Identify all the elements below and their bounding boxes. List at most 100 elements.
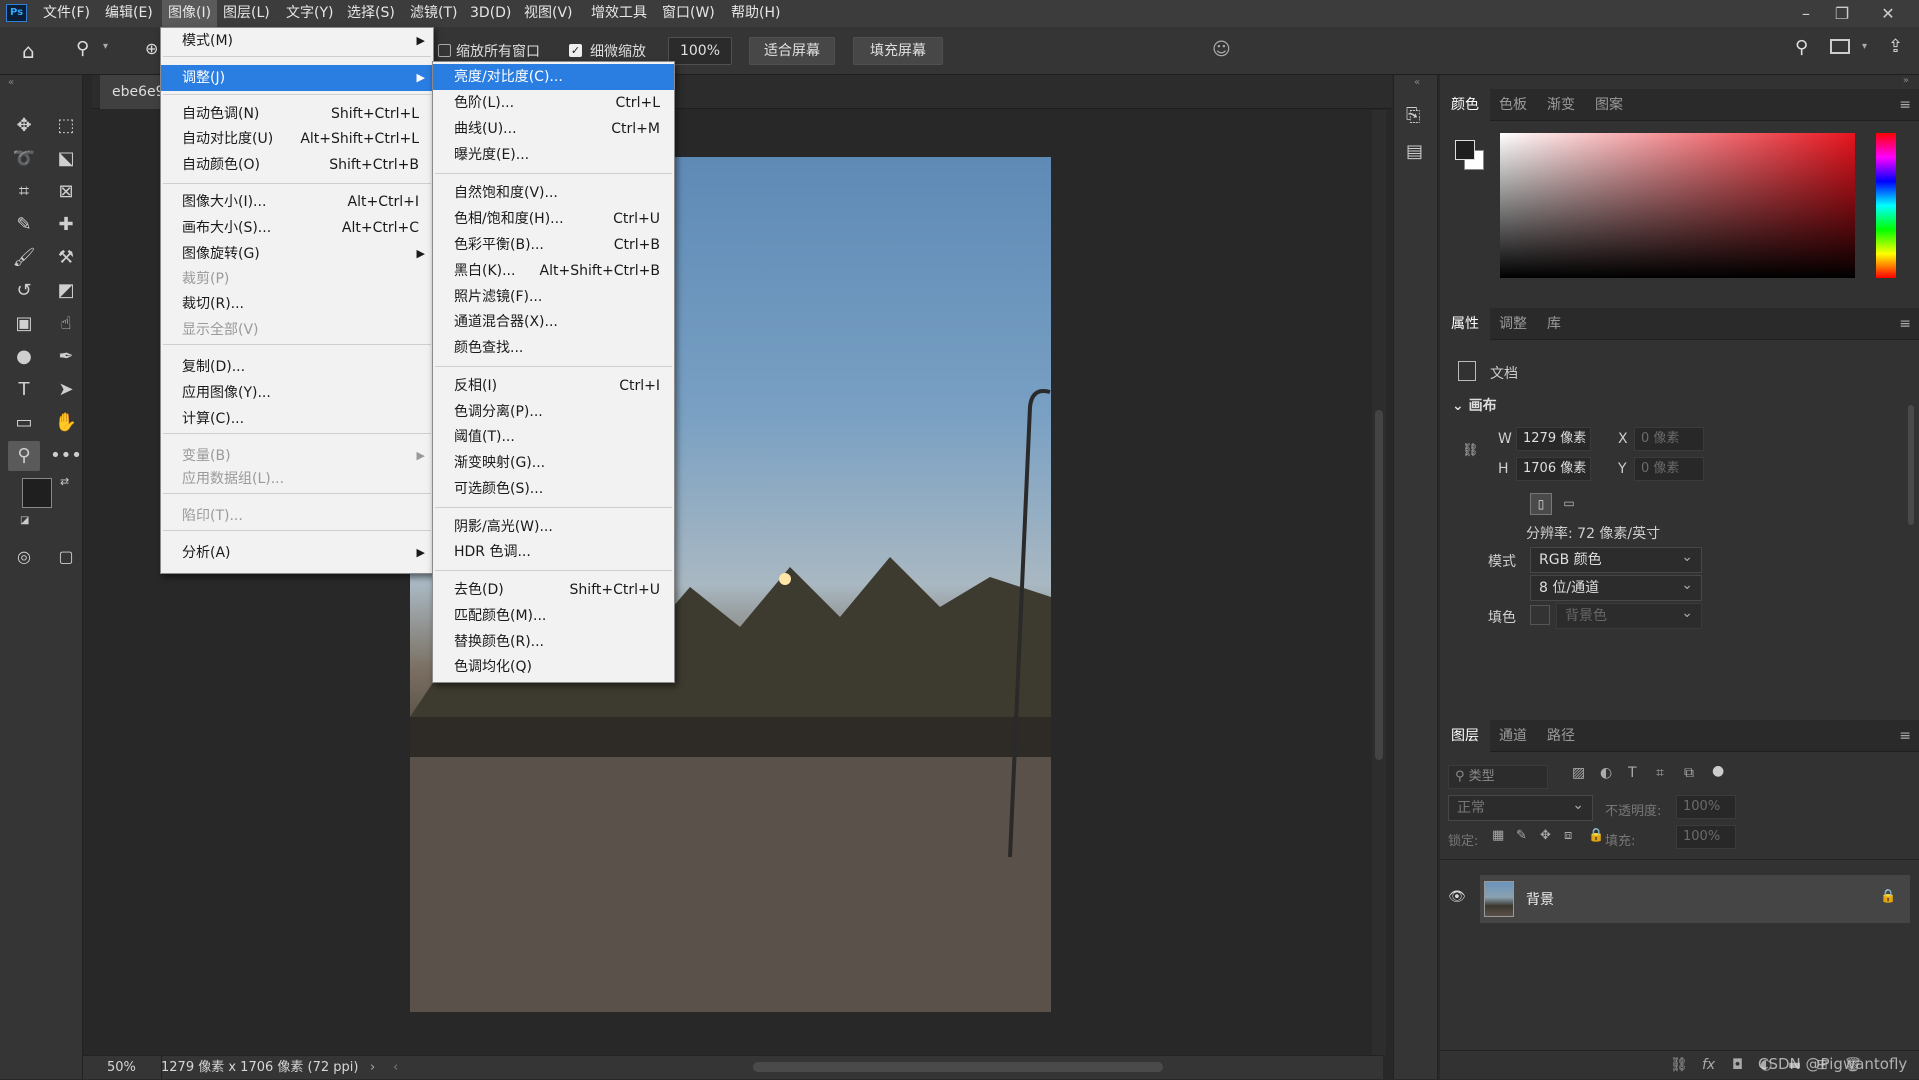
opacity-field[interactable]: 100% bbox=[1676, 795, 1736, 819]
adjust-menu-item-9[interactable]: 通道混合器(X)... bbox=[433, 309, 674, 335]
adjust-menu-item-1[interactable]: 色阶(L)... Ctrl+L bbox=[433, 90, 674, 116]
close-icon[interactable]: ✕ bbox=[1870, 0, 1906, 27]
adjust-menu-item-17[interactable]: HDR 色调... bbox=[433, 539, 674, 565]
default-colors-icon[interactable]: ◪ bbox=[20, 515, 29, 526]
blend-mode-select[interactable]: 正常 bbox=[1448, 793, 1593, 821]
swap-colors-icon[interactable]: ⇄ bbox=[60, 475, 69, 488]
menu-6[interactable]: 滤镜(T) bbox=[404, 0, 463, 27]
search-icon[interactable]: ⚲ bbox=[1795, 37, 1808, 58]
panel-menu-icon[interactable]: ≡ bbox=[1899, 728, 1911, 744]
foreground-color-swatch[interactable] bbox=[1455, 140, 1475, 160]
smart-object-filter-icon[interactable]: ⧉ bbox=[1684, 765, 1694, 781]
pixel-filter-icon[interactable]: ▨ bbox=[1572, 765, 1585, 781]
menu-10[interactable]: 窗口(W) bbox=[656, 0, 721, 27]
adjust-menu-item-14[interactable]: 渐变映射(G)... bbox=[433, 450, 674, 476]
color-tab-2[interactable]: 渐变 bbox=[1536, 89, 1586, 121]
height-field[interactable]: 1706 像素 bbox=[1516, 457, 1591, 481]
adjustment-filter-icon[interactable]: ◐ bbox=[1600, 765, 1612, 781]
dodge-tool-icon[interactable]: ● bbox=[8, 342, 40, 372]
smudge-tool-icon[interactable]: ☝ bbox=[50, 309, 82, 339]
menu-3[interactable]: 图层(L) bbox=[217, 0, 276, 27]
link-icon[interactable]: ⛓ bbox=[1462, 443, 1479, 458]
image-menu-item-5[interactable]: 图像大小(I)... Alt+Ctrl+I bbox=[161, 189, 433, 215]
collapse-icon[interactable]: « bbox=[1414, 77, 1420, 88]
panel-menu-icon[interactable]: ≡ bbox=[1899, 316, 1911, 332]
fill-field[interactable]: 100% bbox=[1676, 825, 1736, 849]
adjust-menu-item-20[interactable]: 替换颜色(R)... bbox=[433, 629, 674, 655]
color-tab-3[interactable]: 图案 bbox=[1584, 89, 1634, 121]
adjust-menu-item-7[interactable]: 黑白(K)... Alt+Shift+Ctrl+B bbox=[433, 258, 674, 284]
layers-tab-1[interactable]: 通道 bbox=[1488, 720, 1538, 752]
menu-5[interactable]: 选择(S) bbox=[341, 0, 401, 27]
adjust-menu-item-11[interactable]: 反相(I) Ctrl+I bbox=[433, 373, 674, 399]
lock-artboard-icon[interactable]: ⧈ bbox=[1564, 828, 1572, 843]
image-menu-item-1[interactable]: 调整(J) ▶ bbox=[161, 65, 433, 91]
zoom-value-field[interactable]: 100% bbox=[668, 37, 732, 65]
adjust-menu-item-3[interactable]: 曝光度(E)... bbox=[433, 142, 674, 168]
healing-brush-icon[interactable]: ✚ bbox=[50, 210, 82, 240]
fill-screen-button[interactable]: 填充屏幕 bbox=[853, 37, 943, 65]
collapse-icon[interactable]: « bbox=[8, 77, 14, 88]
share-user-icon[interactable]: ☺ bbox=[1212, 39, 1231, 60]
adjust-menu-item-2[interactable]: 曲线(U)... Ctrl+M bbox=[433, 116, 674, 142]
eraser-tool-icon[interactable]: ◩ bbox=[50, 276, 82, 306]
restore-icon[interactable]: ❐ bbox=[1824, 0, 1860, 27]
menu-2[interactable]: 图像(I) bbox=[162, 0, 218, 27]
color-mode-select[interactable]: RGB 颜色 bbox=[1530, 545, 1702, 573]
zoom-tool-icon[interactable]: ⚲ bbox=[8, 441, 40, 471]
lasso-tool-icon[interactable]: ➰ bbox=[8, 144, 40, 174]
fit-screen-button[interactable]: 适合屏幕 bbox=[749, 37, 835, 65]
shape-filter-icon[interactable]: ⌗ bbox=[1656, 765, 1664, 781]
landscape-orientation-icon[interactable]: ▭ bbox=[1558, 493, 1580, 515]
image-menu-item-4[interactable]: 自动颜色(O) Shift+Ctrl+B bbox=[161, 152, 433, 178]
add-mask-icon[interactable]: ◘ bbox=[1732, 1057, 1743, 1073]
menu-11[interactable]: 帮助(H) bbox=[725, 0, 786, 27]
rectangle-tool-icon[interactable]: ▭ bbox=[8, 408, 40, 438]
image-menu-item-17[interactable]: 分析(A) ▶ bbox=[161, 540, 433, 566]
scroll-thumb[interactable] bbox=[1375, 410, 1383, 760]
marquee-tool-icon[interactable]: ⬚ bbox=[50, 111, 82, 141]
link-layers-icon[interactable]: ⛓ bbox=[1670, 1057, 1688, 1073]
image-menu-item-3[interactable]: 自动对比度(U) Alt+Shift+Ctrl+L bbox=[161, 126, 433, 152]
properties-tab-0[interactable]: 属性 bbox=[1440, 308, 1490, 340]
comments-panel-icon[interactable]: ▤ bbox=[1406, 141, 1423, 162]
menu-7[interactable]: 3D(D) bbox=[464, 0, 517, 27]
quick-mask-icon[interactable]: ◎ bbox=[8, 542, 40, 572]
layers-tab-2[interactable]: 路径 bbox=[1536, 720, 1586, 752]
brush-tool-icon[interactable]: 🖌 bbox=[8, 243, 40, 273]
layer-row[interactable]: 👁 背景 🔒 bbox=[1448, 875, 1910, 923]
move-tool-icon[interactable]: ✥ bbox=[8, 111, 40, 141]
adjust-menu-item-12[interactable]: 色调分离(P)... bbox=[433, 399, 674, 425]
type-filter-icon[interactable]: T bbox=[1628, 765, 1637, 781]
menu-4[interactable]: 文字(Y) bbox=[280, 0, 339, 27]
properties-tab-2[interactable]: 库 bbox=[1536, 308, 1572, 340]
adjust-menu-item-10[interactable]: 颜色查找... bbox=[433, 335, 674, 361]
color-tab-0[interactable]: 颜色 bbox=[1440, 89, 1490, 121]
lock-transparent-icon[interactable]: ▦ bbox=[1492, 828, 1504, 843]
canvas-section-header[interactable]: ⌄ 画布 bbox=[1452, 395, 1497, 415]
screen-mode-icon[interactable]: ▢ bbox=[50, 542, 82, 572]
more-tools-icon[interactable]: ••• bbox=[50, 441, 82, 471]
adjust-menu-item-5[interactable]: 色相/饱和度(H)... Ctrl+U bbox=[433, 206, 674, 232]
portrait-orientation-icon[interactable]: ▯ bbox=[1530, 493, 1552, 515]
path-select-icon[interactable]: ➤ bbox=[50, 375, 82, 405]
adjust-menu-item-4[interactable]: 自然饱和度(V)... bbox=[433, 180, 674, 206]
image-menu-item-12[interactable]: 应用图像(Y)... bbox=[161, 380, 433, 406]
menu-8[interactable]: 视图(V) bbox=[518, 0, 579, 27]
scrubby-zoom-checkbox[interactable]: ✓ bbox=[569, 44, 582, 57]
adjust-menu-item-19[interactable]: 匹配颜色(M)... bbox=[433, 603, 674, 629]
history-panel-icon[interactable]: ⎘ bbox=[1406, 105, 1420, 126]
lock-icon[interactable]: 🔒 bbox=[1880, 889, 1896, 904]
image-menu-item-7[interactable]: 图像旋转(G) ▶ bbox=[161, 241, 433, 267]
menu-9[interactable]: 增效工具 bbox=[585, 0, 653, 27]
width-field[interactable]: 1279 像素 bbox=[1516, 427, 1591, 451]
workspace-icon[interactable] bbox=[1830, 39, 1850, 54]
lock-position-icon[interactable]: ✥ bbox=[1540, 828, 1551, 843]
adjust-menu-item-13[interactable]: 阈值(T)... bbox=[433, 424, 674, 450]
collapse-icon[interactable]: » bbox=[1903, 75, 1909, 86]
fx-icon[interactable]: fx bbox=[1702, 1057, 1715, 1073]
bit-depth-select[interactable]: 8 位/通道 bbox=[1530, 573, 1702, 601]
share-icon[interactable]: ⇪ bbox=[1888, 36, 1903, 57]
foreground-color-swatch[interactable] bbox=[22, 478, 52, 508]
adjust-menu-item-16[interactable]: 阴影/高光(W)... bbox=[433, 514, 674, 540]
